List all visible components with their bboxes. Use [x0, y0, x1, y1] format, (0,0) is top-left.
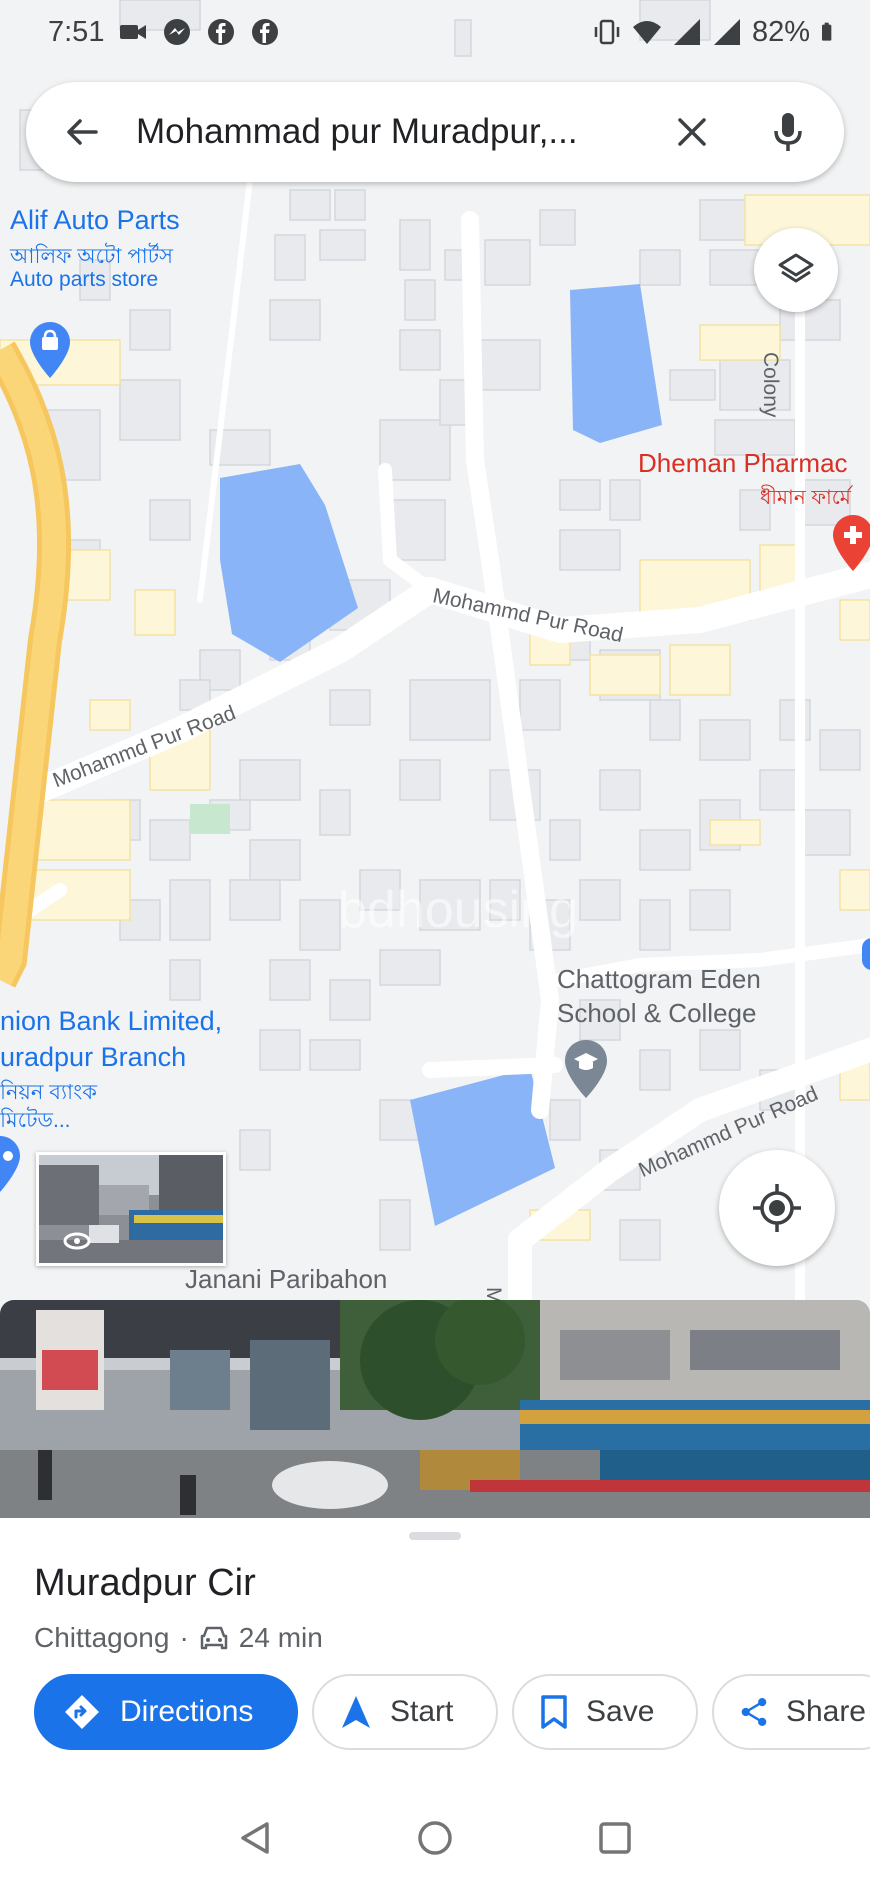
watermark: bdhousing — [338, 881, 578, 939]
search-query[interactable]: Mohammad pur Muradpur,... — [110, 112, 664, 152]
layers-button[interactable] — [754, 228, 838, 312]
vibrate-icon — [594, 19, 620, 45]
layers-icon — [778, 253, 814, 283]
save-label: Save — [586, 1695, 655, 1728]
status-bar: 7:51 82% — [0, 0, 870, 64]
share-button[interactable]: Share — [712, 1674, 870, 1750]
road-label-colony: Colony — [759, 352, 782, 418]
bookmark-icon — [541, 1695, 567, 1729]
signal-icon — [713, 19, 740, 45]
close-icon — [678, 118, 706, 146]
street-view-image — [39, 1155, 223, 1263]
car-icon — [200, 1626, 228, 1650]
arrow-back-icon — [67, 119, 98, 145]
my-location-button[interactable] — [719, 1150, 835, 1266]
back-button[interactable] — [54, 104, 110, 160]
place-city: Chittagong — [34, 1622, 170, 1653]
signal-icon — [673, 19, 700, 45]
place-photo[interactable] — [0, 1300, 870, 1518]
save-button[interactable]: Save — [512, 1674, 698, 1750]
place-subtitle: Chittagong · 24 min — [34, 1622, 323, 1654]
directions-label: Directions — [120, 1695, 254, 1728]
nav-back-icon[interactable] — [235, 1818, 275, 1858]
poi-school-line2[interactable]: School & College — [557, 996, 756, 1030]
subtitle-separator: · — [179, 1622, 189, 1653]
poi-janani[interactable]: Janani Paribahon — [185, 1264, 387, 1295]
facebook-icon — [208, 19, 235, 45]
messenger-icon — [164, 19, 191, 45]
shopping-bag-pin-icon[interactable] — [30, 322, 70, 383]
poi-bank-bn2[interactable]: মিটেড... — [0, 1104, 71, 1139]
poi-dheman-bn[interactable]: ধীমান ফার্মে — [760, 483, 851, 516]
sheet-drag-handle[interactable] — [409, 1532, 461, 1540]
street-view-thumbnail[interactable] — [36, 1152, 226, 1266]
mic-icon — [774, 113, 802, 151]
poi-alif-type[interactable]: Auto parts store — [10, 268, 158, 292]
wifi-icon — [632, 21, 661, 44]
share-label: Share — [785, 1695, 866, 1728]
drive-time: 24 min — [238, 1622, 323, 1653]
directions-icon — [65, 1695, 99, 1729]
share-icon — [741, 1698, 767, 1726]
bank-pin-icon[interactable] — [0, 1136, 20, 1197]
nav-recents-icon[interactable] — [595, 1818, 635, 1858]
battery-percentage: 82% — [751, 15, 810, 48]
nav-home-icon[interactable] — [415, 1818, 455, 1858]
poi-dheman-title[interactable]: Dheman Pharmac — [638, 448, 848, 479]
start-label: Start — [390, 1695, 454, 1728]
poi-bank-line1[interactable]: nion Bank Limited, — [0, 1006, 222, 1037]
school-pin-icon[interactable] — [565, 1040, 607, 1103]
directions-button[interactable]: Directions — [34, 1674, 298, 1750]
system-nav-bar — [0, 1790, 870, 1885]
battery-icon — [822, 22, 832, 41]
offscreen-pin-icon[interactable] — [862, 938, 870, 970]
start-button[interactable]: Start — [312, 1674, 498, 1750]
poi-bank-line2[interactable]: uradpur Branch — [0, 1042, 186, 1073]
video-camera-icon — [120, 25, 147, 39]
poi-school-line1[interactable]: Chattogram Eden — [557, 962, 761, 996]
pharmacy-pin-icon[interactable] — [833, 515, 870, 576]
poi-alif-title[interactable]: Alif Auto Parts — [10, 205, 180, 236]
status-time: 7:51 — [48, 15, 105, 48]
search-bar[interactable]: Mohammad pur Muradpur,... — [26, 82, 844, 182]
action-chips: Directions Start Save Share — [34, 1674, 870, 1750]
my-location-icon — [753, 1184, 801, 1232]
navigation-arrow-icon — [342, 1696, 370, 1728]
map-canvas[interactable]: bdhousing Alif Auto Parts আলিফ অটো পার্ট… — [0, 0, 870, 1310]
place-title: Muradpur Cir — [34, 1562, 256, 1604]
clear-search-button[interactable] — [664, 104, 720, 160]
facebook-icon — [252, 19, 279, 45]
street-photo-image — [0, 1300, 870, 1518]
voice-search-button[interactable] — [760, 104, 816, 160]
